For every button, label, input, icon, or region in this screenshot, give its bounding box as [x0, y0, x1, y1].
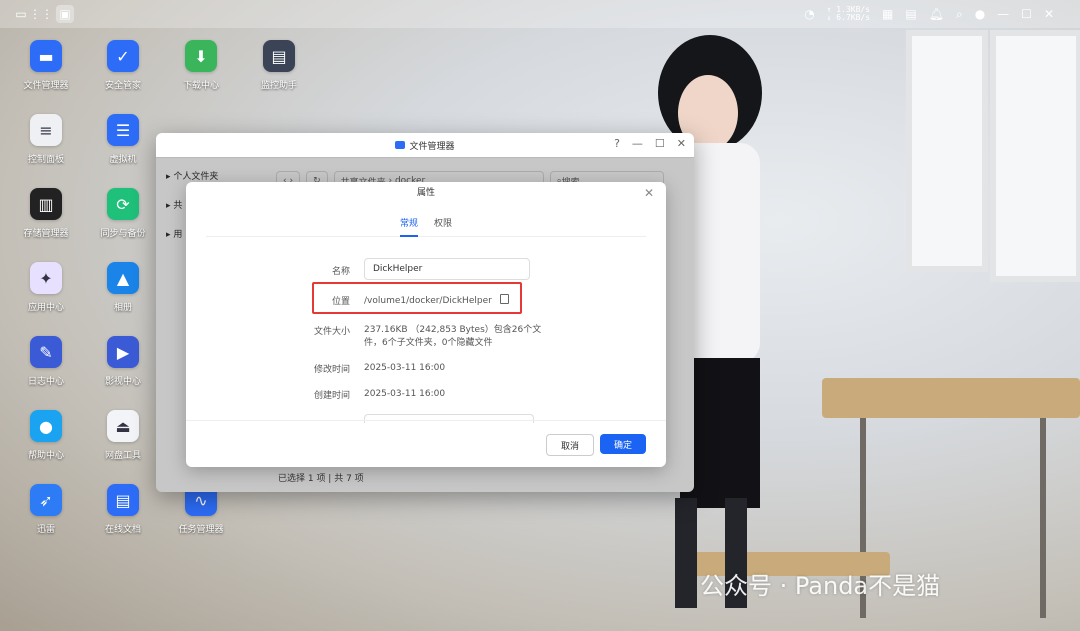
bell-icon[interactable]: 🔔︎: [929, 7, 944, 21]
desktop-icon-photo[interactable]: ▲ 相册: [86, 262, 160, 313]
desktop-icon-bird[interactable]: ➶ 迅雷: [9, 484, 83, 535]
cancel-button[interactable]: 取消: [546, 434, 594, 456]
minimize-icon[interactable]: —: [997, 7, 1009, 21]
window-controls: ? — ☐ ✕: [614, 137, 686, 150]
desktop-icon-label: 应用中心: [27, 303, 64, 313]
app-grid-icon[interactable]: ⋮⋮: [29, 5, 53, 23]
photo-icon: ▲: [107, 262, 139, 294]
log-icon: ✎: [30, 336, 62, 368]
desktop-icon-video[interactable]: ▶ 影视中心: [86, 336, 160, 387]
background-window-left: [906, 30, 988, 272]
desktop-icon-label: 网盘工具: [104, 451, 141, 461]
name-field[interactable]: DickHelper: [364, 258, 530, 280]
desktop-icon-label: 监控助手: [260, 81, 297, 91]
file-manager-title: 文件管理器: [409, 141, 455, 152]
help-icon[interactable]: ?: [614, 137, 620, 150]
ok-button[interactable]: 确定: [600, 434, 646, 454]
location-highlight-box: [312, 282, 522, 314]
dialog-tabs: 常规 权限: [206, 212, 646, 237]
folder-icon: [395, 141, 406, 149]
taskbar: ▭ ⋮⋮ ▣ ◔ ↑ 1.3KB/s ↓ 6.7KB/s ▦ ▤ 🔔︎ ⌕ ● …: [0, 0, 1080, 28]
close-icon[interactable]: ✕: [677, 137, 686, 150]
name-label: 名称: [331, 267, 350, 277]
desktop-icon-doc[interactable]: ▤ 在线文档: [86, 484, 160, 535]
apps-icon: ✦: [30, 262, 62, 294]
minimize-icon[interactable]: —: [632, 137, 643, 150]
close-icon[interactable]: ✕: [1044, 7, 1054, 21]
desktop-icon-log[interactable]: ✎ 日志中心: [9, 336, 83, 387]
maximize-icon[interactable]: ☐: [1021, 7, 1032, 21]
taskbar-file-manager-icon[interactable]: ▣: [56, 5, 74, 23]
size-value: 237.16KB （242,853 Bytes）包含26个文 件，6个子文件夹，…: [364, 325, 542, 348]
desktop-icon-label: 影视中心: [104, 377, 141, 387]
folder-icon: ▬: [30, 40, 62, 72]
monitor-icon: ▤: [263, 40, 295, 72]
desktop-icon-label: 存储管理器: [23, 229, 69, 239]
desktop-icon-bulb[interactable]: ● 帮助中心: [9, 410, 83, 461]
sliders-icon: ≡: [30, 114, 62, 146]
desktop-icon-label: 文件管理器: [23, 81, 69, 91]
desktop-icon-shield[interactable]: ✓ 安全管家: [86, 40, 160, 91]
desk-leg: [1040, 418, 1046, 618]
size-label: 文件大小: [313, 327, 350, 337]
desktop-icon-server[interactable]: ☰ 虚拟机: [86, 114, 160, 165]
watermark: 公众号 · Panda不是猫: [700, 572, 941, 600]
show-desktop-button[interactable]: ▭: [12, 5, 30, 23]
desktop-icon-monitor[interactable]: ▤ 监控助手: [242, 40, 316, 91]
desktop-icon-label: 日志中心: [27, 377, 64, 387]
tab-general[interactable]: 常规: [399, 212, 419, 237]
desktop-icon-label: 任务管理器: [178, 525, 224, 535]
doc-icon: ▤: [107, 484, 139, 516]
tab-permissions[interactable]: 权限: [434, 212, 452, 236]
bulb-icon: ●: [30, 410, 62, 442]
background-window-right: [990, 30, 1080, 282]
dialog-title: 属性: [416, 188, 435, 198]
user-icon[interactable]: ●: [975, 7, 985, 21]
desktop-icon-label: 帮助中心: [27, 451, 64, 461]
desktop-icon-label: 迅雷: [36, 525, 55, 535]
created-label: 创建时间: [313, 391, 350, 401]
modified-label: 修改时间: [313, 365, 350, 375]
desktop-icon-sync[interactable]: ⟳ 同步与备份: [86, 188, 160, 239]
task-icon[interactable]: ▦: [882, 7, 893, 21]
search-icon[interactable]: ⌕: [956, 7, 963, 22]
desktop-icon-cloud-drive[interactable]: ⏏ 网盘工具: [86, 410, 160, 461]
desktop-icon-label: 在线文档: [104, 525, 141, 535]
network-speed: ↑ 1.3KB/s ↓ 6.7KB/s: [826, 5, 871, 22]
video-icon: ▶: [107, 336, 139, 368]
desktop-icon-sliders[interactable]: ≡ 控制面板: [9, 114, 83, 165]
close-icon[interactable]: ✕: [644, 186, 654, 200]
modified-value: 2025-03-11 16:00: [364, 363, 446, 373]
desktop-icon-download[interactable]: ⬇ 下载中心: [164, 40, 238, 91]
desktop-icon-label: 同步与备份: [100, 229, 146, 239]
desktop-icon-folder[interactable]: ▬ 文件管理器: [9, 40, 83, 91]
shield-icon: ✓: [107, 40, 139, 72]
created-value: 2025-03-11 16:00: [364, 389, 446, 399]
download-icon: ⬇: [185, 40, 217, 72]
cloud-drive-icon: ⏏: [107, 410, 139, 442]
widgets-icon[interactable]: ▤: [905, 7, 916, 21]
desktop-icon-label: 下载中心: [182, 81, 219, 91]
desktop-icon-storage[interactable]: ▥ 存储管理器: [9, 188, 83, 239]
properties-dialog: 属性 ✕ 常规 权限 名称 DickHelper 位置 /volume1/doc…: [186, 182, 666, 467]
desktop-icon-label: 控制面板: [27, 155, 64, 165]
desktop-icon-label: 安全管家: [104, 81, 141, 91]
taskbar-tray: ◔ ↑ 1.3KB/s ↓ 6.7KB/s ▦ ▤ 🔔︎ ⌕ ● — ☐ ✕: [804, 4, 1054, 24]
desktop-icon-label: 虚拟机: [109, 155, 137, 165]
network-icon[interactable]: ◔: [804, 7, 814, 21]
background-desk: [822, 378, 1080, 418]
sync-icon: ⟳: [107, 188, 139, 220]
dialog-footer: 取消 确定: [186, 420, 666, 467]
storage-icon: ▥: [30, 188, 62, 220]
bird-icon: ➶: [30, 484, 62, 516]
desktop-icon-label: 相册: [113, 303, 132, 313]
desktop-icon-apps[interactable]: ✦ 应用中心: [9, 262, 83, 313]
maximize-icon[interactable]: ☐: [655, 137, 665, 150]
server-icon: ☰: [107, 114, 139, 146]
